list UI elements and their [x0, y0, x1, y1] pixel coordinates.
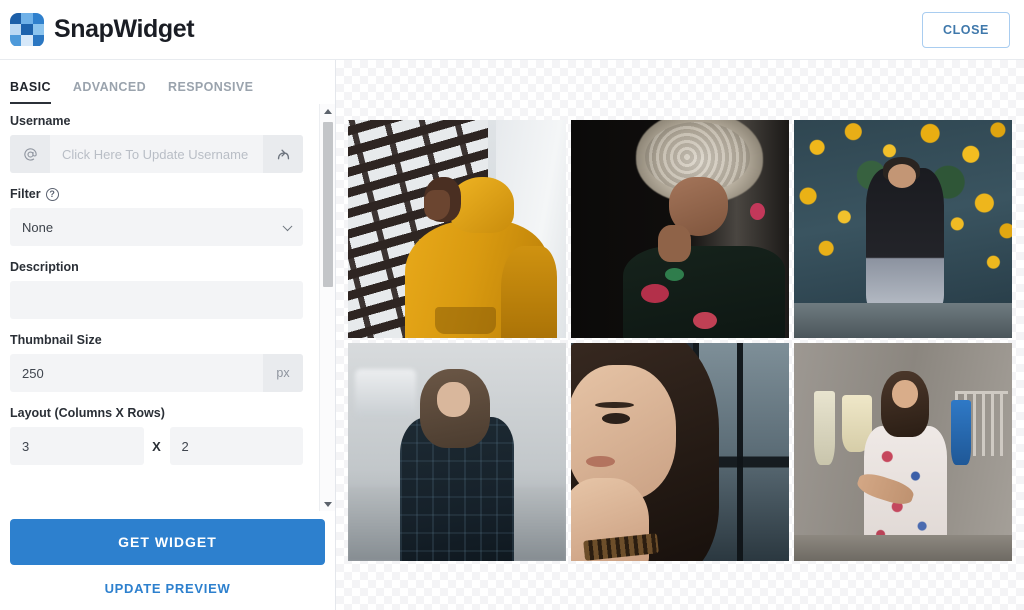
photo-plaid-coat-street	[348, 343, 566, 561]
thumbnail-size-row: px	[10, 354, 303, 392]
photo-yellow-flowers	[794, 120, 1012, 338]
photo-cell[interactable]	[571, 120, 789, 338]
at-sign-icon	[10, 135, 50, 173]
settings-sidebar: BASIC ADVANCED RESPONSIVE Username Click…	[0, 60, 336, 610]
photo-yellow-hoodie	[348, 120, 566, 338]
layout-columns-input[interactable]	[10, 427, 144, 465]
tab-basic[interactable]: BASIC	[10, 80, 51, 104]
layout-separator: X	[152, 438, 161, 454]
filter-label-text: Filter	[10, 187, 41, 201]
scroll-down-arrow-icon[interactable]	[320, 497, 336, 511]
snapwidget-configurator: SnapWidget CLOSE BASIC ADVANCED RESPONSI…	[0, 0, 1024, 610]
field-thumbnail-size: Thumbnail Size px	[10, 333, 303, 392]
username-label: Username	[10, 114, 71, 128]
scrollbar-thumb[interactable]	[323, 122, 333, 287]
update-preview-link[interactable]: UPDATE PREVIEW	[10, 581, 325, 596]
layout-row: X	[10, 427, 303, 465]
thumbnail-size-unit: px	[263, 354, 303, 392]
photo-floral-dress-courtyard	[794, 343, 1012, 561]
field-description: Description	[10, 260, 303, 319]
layout-rows-input[interactable]	[169, 427, 303, 465]
filter-label: Filter ?	[10, 187, 303, 201]
thumbnail-size-label: Thumbnail Size	[10, 333, 102, 347]
tab-bar: BASIC ADVANCED RESPONSIVE	[0, 60, 335, 104]
tab-advanced[interactable]: ADVANCED	[73, 80, 146, 104]
tab-responsive[interactable]: RESPONSIVE	[168, 80, 253, 104]
photo-cell[interactable]	[794, 343, 1012, 561]
photo-cell[interactable]	[348, 343, 566, 561]
description-input[interactable]	[10, 281, 303, 319]
snapwidget-logo-icon	[10, 12, 44, 47]
photo-grid	[348, 120, 1012, 561]
field-username: Username	[10, 114, 303, 173]
close-button[interactable]: CLOSE	[921, 11, 1010, 48]
photo-afro-portrait	[571, 120, 789, 338]
share-arrow-icon[interactable]	[263, 135, 303, 173]
username-input[interactable]	[50, 135, 263, 173]
app-header: SnapWidget CLOSE	[0, 0, 1024, 60]
filter-select-wrapper: None	[10, 208, 303, 246]
field-filter: Filter ? None	[10, 187, 303, 246]
scroll-up-arrow-icon[interactable]	[320, 104, 336, 118]
photo-closeup-portrait	[571, 343, 789, 561]
get-widget-button[interactable]: GET WIDGET	[10, 519, 325, 565]
photo-cell[interactable]	[571, 343, 789, 561]
sidebar-actions: GET WIDGET UPDATE PREVIEW	[0, 511, 335, 610]
settings-form-wrapper: Username Click Here To Update Username F…	[0, 104, 335, 511]
layout-label: Layout (Columns X Rows)	[10, 406, 165, 420]
field-layout: Layout (Columns X Rows) X	[10, 406, 303, 465]
sidebar-scrollbar[interactable]	[319, 104, 335, 511]
description-label: Description	[10, 260, 79, 274]
settings-form: Username Click Here To Update Username F…	[0, 104, 319, 511]
thumbnail-size-input[interactable]	[10, 354, 263, 392]
brand-name: SnapWidget	[54, 15, 195, 43]
question-mark-circle-icon[interactable]: ?	[45, 187, 59, 201]
username-input-row	[10, 135, 303, 173]
photo-cell[interactable]	[348, 120, 566, 338]
app-body: BASIC ADVANCED RESPONSIVE Username Click…	[0, 60, 1024, 610]
brand: SnapWidget	[10, 12, 195, 47]
photo-cell[interactable]	[794, 120, 1012, 338]
widget-preview	[336, 60, 1024, 610]
filter-select[interactable]: None	[10, 208, 303, 246]
